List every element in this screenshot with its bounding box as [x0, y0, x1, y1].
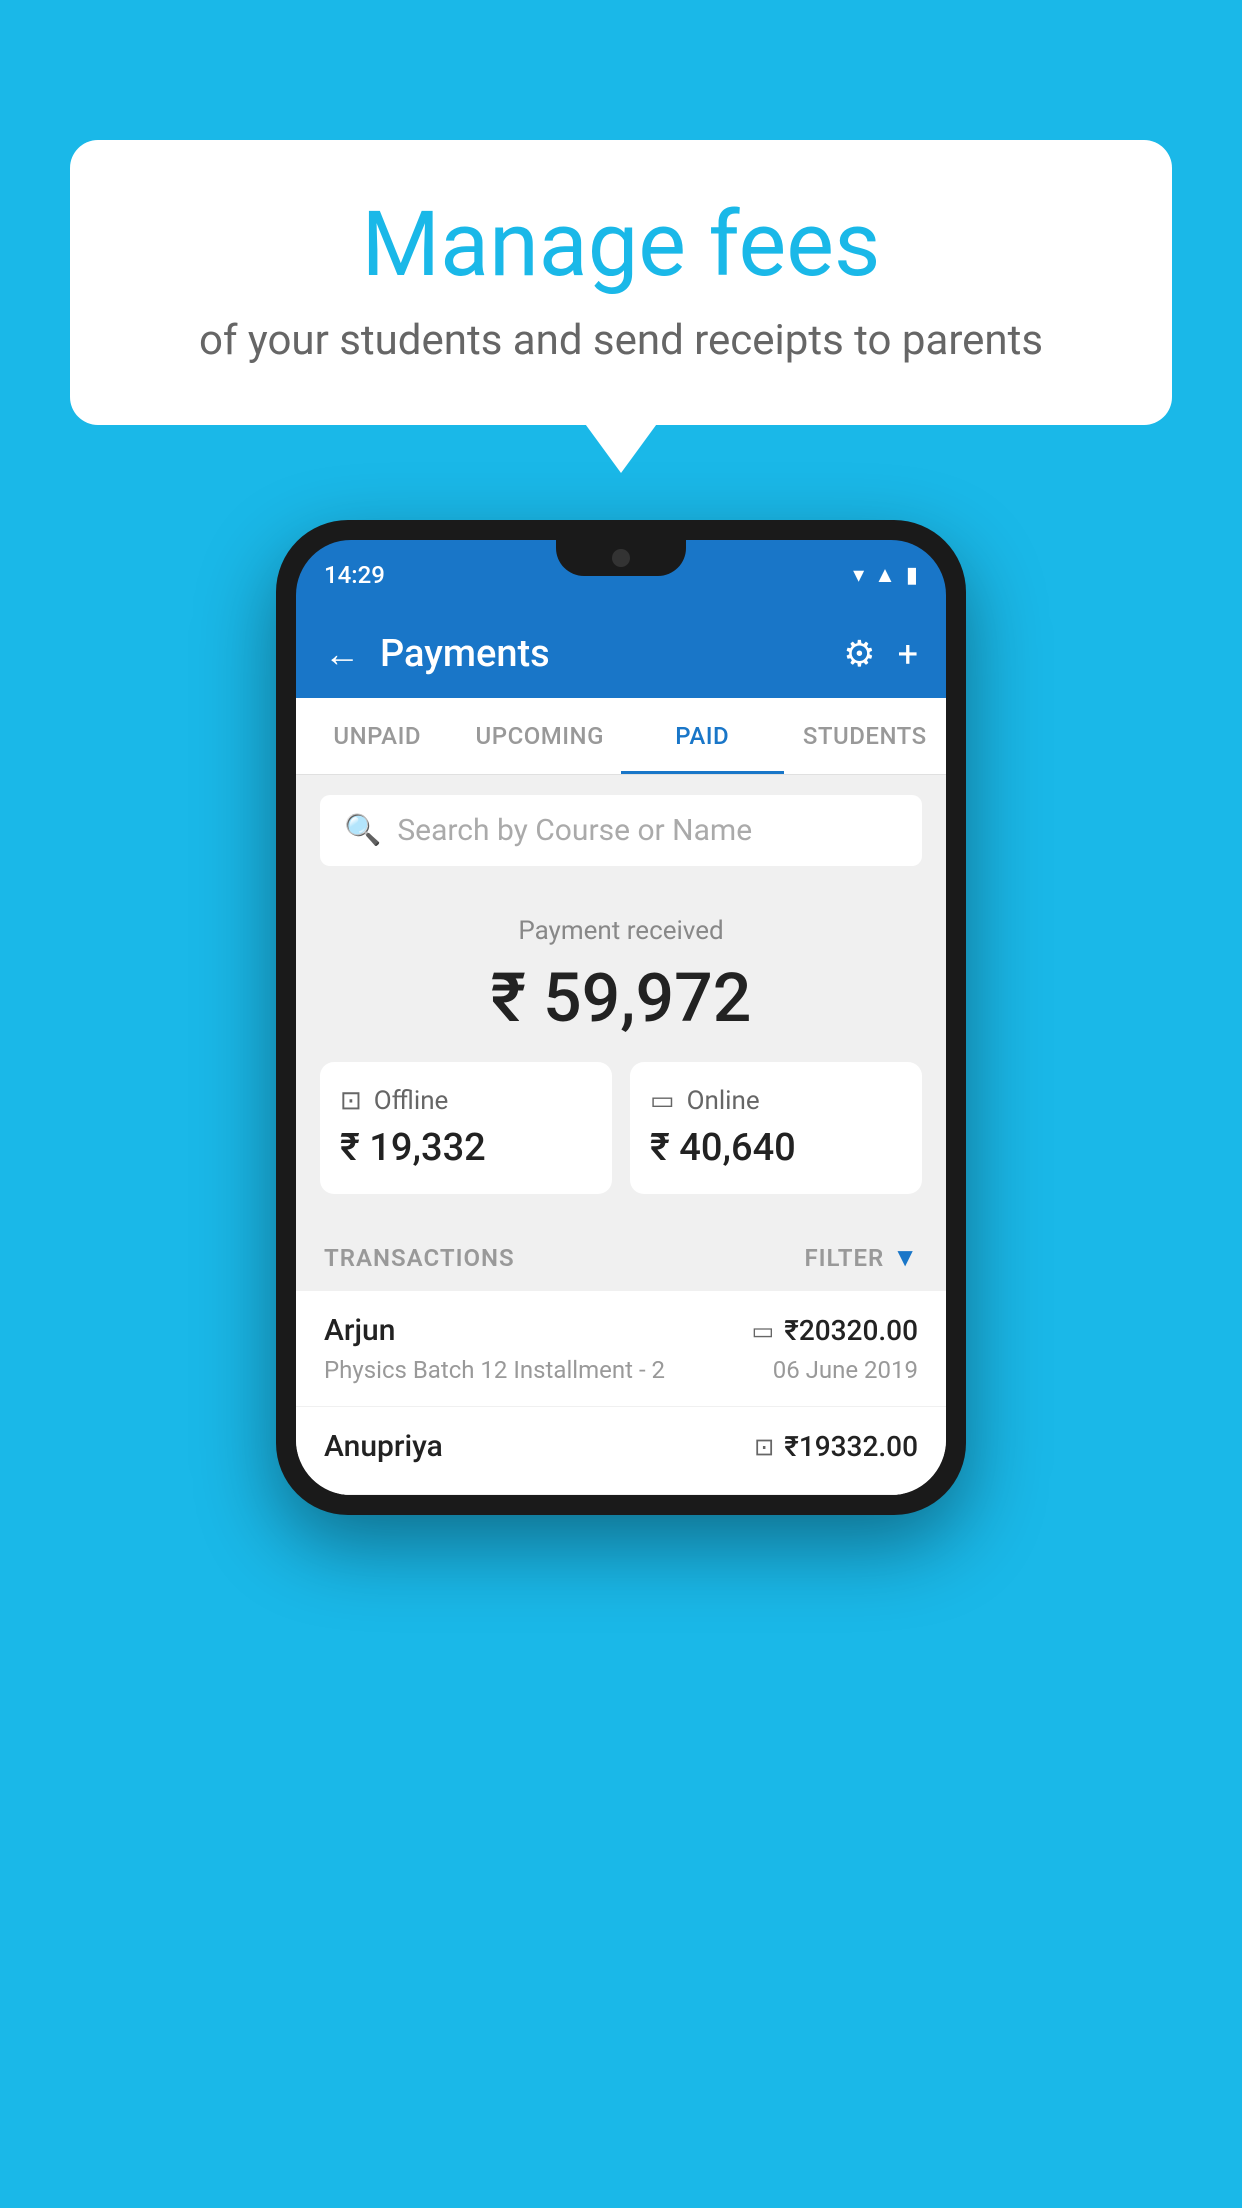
payment-total-amount: ₹ 59,972 [320, 958, 922, 1038]
search-container: 🔍 Search by Course or Name [296, 775, 946, 886]
search-icon: 🔍 [344, 813, 381, 848]
status-icons: ▾ ▲ ▮ [853, 562, 918, 588]
tab-unpaid[interactable]: UNPAID [296, 698, 459, 774]
battery-icon: ▮ [906, 563, 918, 588]
payment-received-label: Payment received [320, 916, 922, 946]
speech-bubble: Manage fees of your students and send re… [70, 140, 1172, 425]
status-time: 14:29 [324, 561, 385, 589]
back-button[interactable]: ← [324, 633, 360, 675]
transactions-label: TRANSACTIONS [324, 1244, 515, 1272]
tabs-bar: UNPAID UPCOMING PAID STUDENTS [296, 698, 946, 775]
phone-wrapper: 14:29 ▾ ▲ ▮ ← Payments ⚙ + [276, 520, 966, 1515]
header-left: ← Payments [324, 632, 550, 676]
status-bar: 14:29 ▾ ▲ ▮ [296, 540, 946, 610]
transaction-name: Anupriya [324, 1429, 443, 1464]
transaction-date: 06 June 2019 [773, 1356, 918, 1384]
online-card: ▭ Online ₹ 40,640 [630, 1062, 922, 1194]
offline-card: ⊡ Offline ₹ 19,332 [320, 1062, 612, 1194]
online-amount: ₹ 40,640 [650, 1126, 902, 1170]
online-icon: ▭ [650, 1086, 675, 1116]
transaction-row[interactable]: Arjun ▭ ₹20320.00 Physics Batch 12 Insta… [296, 1291, 946, 1407]
transaction-top: Anupriya ⊡ ₹19332.00 [324, 1429, 918, 1464]
search-input[interactable]: Search by Course or Name [397, 813, 752, 848]
transaction-bottom: Physics Batch 12 Installment - 2 06 June… [324, 1356, 918, 1384]
header-title: Payments [380, 632, 550, 676]
cash-payment-icon: ⊡ [754, 1433, 774, 1461]
phone-outer: 14:29 ▾ ▲ ▮ ← Payments ⚙ + [276, 520, 966, 1515]
tab-paid[interactable]: PAID [621, 698, 784, 774]
wifi-icon: ▾ [853, 563, 864, 588]
online-label: Online [687, 1086, 760, 1116]
offline-card-header: ⊡ Offline [340, 1086, 592, 1116]
transaction-amount-area: ⊡ ₹19332.00 [754, 1430, 918, 1463]
transaction-amount: ₹19332.00 [784, 1430, 918, 1463]
signal-icon: ▲ [874, 562, 896, 588]
add-icon[interactable]: + [898, 633, 918, 675]
online-card-header: ▭ Online [650, 1086, 902, 1116]
transaction-course: Physics Batch 12 Installment - 2 [324, 1356, 665, 1384]
transaction-amount: ₹20320.00 [784, 1314, 918, 1347]
app-header: ← Payments ⚙ + [296, 610, 946, 698]
payment-cards: ⊡ Offline ₹ 19,332 ▭ Online ₹ 40,640 [320, 1062, 922, 1194]
filter-icon: ▼ [892, 1242, 918, 1273]
phone-screen: ← Payments ⚙ + UNPAID UPCOMING PAID STUD… [296, 610, 946, 1495]
transactions-header: TRANSACTIONS FILTER ▼ [296, 1224, 946, 1291]
transaction-row[interactable]: Anupriya ⊡ ₹19332.00 [296, 1407, 946, 1495]
offline-label: Offline [374, 1086, 449, 1116]
transaction-amount-area: ▭ ₹20320.00 [752, 1314, 918, 1347]
filter-area[interactable]: FILTER ▼ [804, 1242, 918, 1273]
filter-label: FILTER [804, 1244, 884, 1272]
tab-upcoming[interactable]: UPCOMING [459, 698, 622, 774]
bubble-subtitle: of your students and send receipts to pa… [130, 316, 1112, 365]
transaction-top: Arjun ▭ ₹20320.00 [324, 1313, 918, 1348]
offline-amount: ₹ 19,332 [340, 1126, 592, 1170]
speech-bubble-container: Manage fees of your students and send re… [70, 140, 1172, 425]
offline-icon: ⊡ [340, 1086, 362, 1116]
search-bar[interactable]: 🔍 Search by Course or Name [320, 795, 922, 866]
tab-students[interactable]: STUDENTS [784, 698, 947, 774]
camera-dot [612, 549, 630, 567]
payment-section: Payment received ₹ 59,972 ⊡ Offline ₹ 19… [296, 886, 946, 1214]
transaction-name: Arjun [324, 1313, 395, 1348]
bubble-title: Manage fees [130, 195, 1112, 294]
header-right: ⚙ + [843, 633, 918, 675]
card-payment-icon: ▭ [752, 1317, 775, 1345]
phone-notch [556, 540, 686, 576]
settings-icon[interactable]: ⚙ [843, 633, 875, 675]
